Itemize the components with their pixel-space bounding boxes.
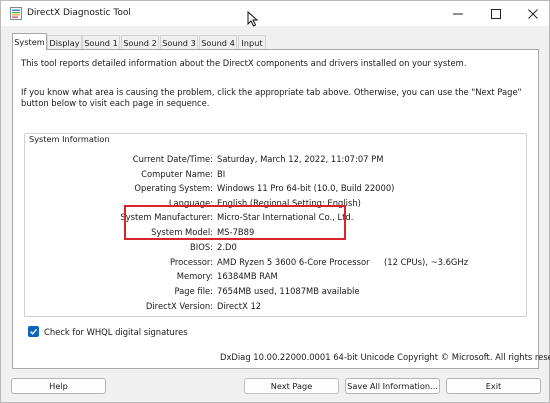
close-icon	[528, 8, 538, 19]
info-label: Computer Name:	[141, 169, 213, 179]
info-value: Saturday, March 12, 2022, 11:07:07 PM	[217, 154, 384, 164]
info-label: Memory:	[176, 271, 213, 281]
maximize-icon	[491, 8, 501, 19]
dxdiag-version-copyright: DxDiag 10.00.22000.0001 64-bit Unicode C…	[220, 352, 550, 362]
title-bar[interactable]: DirectX Diagnostic Tool	[1, 1, 550, 27]
intro-text-1: This tool reports detailed information a…	[21, 58, 467, 68]
info-value: AMD Ryzen 5 3600 6-Core Processor	[217, 257, 370, 267]
info-value: DirectX 12	[217, 301, 262, 311]
close-button[interactable]	[515, 1, 550, 26]
manufacturer-model-highlight	[124, 205, 346, 240]
tab-sound-1[interactable]: Sound 1	[82, 35, 120, 49]
dxdiag-window: DirectX Diagnostic Tool System Display S…	[0, 0, 550, 403]
info-value: 7654MB used, 11087MB available	[217, 286, 360, 296]
minimize-button[interactable]	[440, 1, 476, 26]
info-label: BIOS:	[190, 242, 213, 252]
system-information-title: System Information	[26, 134, 113, 144]
whql-checkbox-row[interactable]: Check for WHQL digital signatures	[28, 326, 188, 337]
exit-button[interactable]: Exit	[446, 378, 541, 394]
maximize-button[interactable]	[478, 1, 514, 26]
tab-sound-3[interactable]: Sound 3	[160, 35, 198, 49]
directx-app-icon	[10, 7, 22, 20]
info-value: Windows 11 Pro 64-bit (10.0, Build 22000…	[217, 183, 395, 193]
checkmark-icon	[30, 328, 38, 335]
info-value: 2.D0	[217, 242, 237, 252]
whql-label[interactable]: Check for WHQL digital signatures	[44, 327, 188, 337]
info-label: Page file:	[174, 286, 213, 296]
info-label: DirectX Version:	[145, 301, 213, 311]
tab-system[interactable]: System	[12, 33, 47, 50]
window-title: DirectX Diagnostic Tool	[27, 8, 131, 18]
next-page-button[interactable]: Next Page	[244, 378, 339, 394]
mouse-cursor-icon	[247, 11, 259, 27]
whql-checkbox[interactable]	[28, 326, 39, 337]
tab-display[interactable]: Display	[47, 35, 82, 49]
tab-sound-4[interactable]: Sound 4	[199, 35, 237, 49]
info-label: Operating System:	[134, 183, 213, 193]
info-value: 16384MB RAM	[217, 271, 278, 281]
tab-input[interactable]: Input	[238, 35, 266, 49]
help-button[interactable]: Help	[11, 378, 106, 394]
info-label: Processor:	[169, 257, 213, 267]
tab-sound-2[interactable]: Sound 2	[121, 35, 159, 49]
info-label: Current Date/Time:	[132, 154, 213, 164]
system-tab-panel: This tool reports detailed information a…	[12, 49, 550, 369]
save-all-information-button[interactable]: Save All Information...	[345, 378, 440, 394]
info-value-extra: (12 CPUs), ~3.6GHz	[384, 257, 469, 267]
minimize-icon	[453, 13, 463, 14]
intro-text-2: If you know what area is causing the pro…	[21, 87, 522, 108]
info-value: BI	[217, 169, 226, 179]
